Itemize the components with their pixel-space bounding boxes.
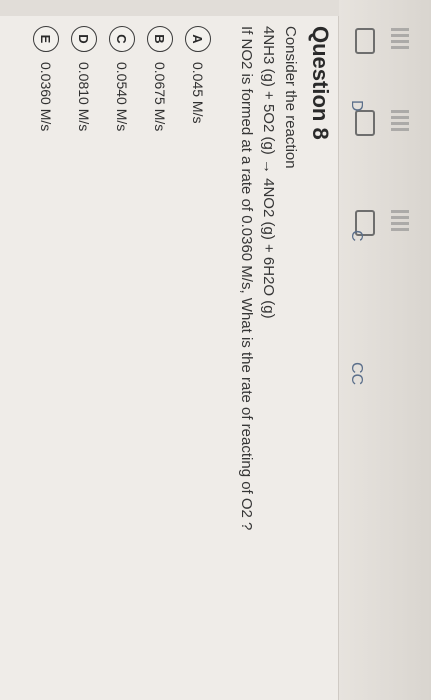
option-a[interactable]: A 0.045 M/s — [179, 26, 217, 626]
option-text: 0.0540 M/s — [114, 62, 130, 132]
question-title: Question 8 — [308, 26, 333, 140]
option-letter: B — [147, 26, 173, 52]
top-toolbar-remnant: CC C D — [338, 0, 431, 700]
keyboard-icon — [355, 110, 375, 136]
option-b[interactable]: B 0.0675 M/s — [141, 26, 179, 626]
fragment-text-d: D — [348, 100, 365, 112]
side-bar — [0, 0, 339, 16]
grid-icon — [391, 110, 409, 132]
option-c[interactable]: C 0.0540 M/s — [103, 26, 141, 626]
option-letter: A — [185, 26, 211, 52]
option-text: 0.0675 M/s — [152, 62, 168, 132]
reaction-equation: 4NH3 (g) + 5O2 (g) → 4NO2 (g) + 6H2O (g) — [260, 26, 277, 319]
option-letter: C — [109, 26, 135, 52]
option-text: 0.0360 M/s — [38, 62, 54, 132]
fragment-text-c: C — [348, 230, 365, 242]
option-text: 0.0810 M/s — [76, 62, 92, 132]
option-letter: D — [71, 26, 97, 52]
calendar-icon — [391, 28, 409, 50]
globe-icon — [391, 210, 409, 232]
question-intro: Consider the reaction — [282, 26, 299, 169]
option-d[interactable]: D 0.0810 M/s — [65, 26, 103, 626]
answer-options: A 0.045 M/s B 0.0675 M/s C 0.0540 M/s D … — [27, 26, 217, 626]
question-prompt: If NO2 is formed at a rate of 0.0360 M/s… — [238, 26, 255, 531]
mail-icon — [355, 28, 375, 54]
option-e[interactable]: E 0.0360 M/s — [27, 26, 65, 626]
fragment-text-cc: CC — [348, 362, 365, 386]
option-letter: E — [33, 26, 59, 52]
page-stage: CC C D Question 8 Consider the reaction … — [0, 0, 431, 700]
option-text: 0.045 M/s — [190, 62, 206, 124]
